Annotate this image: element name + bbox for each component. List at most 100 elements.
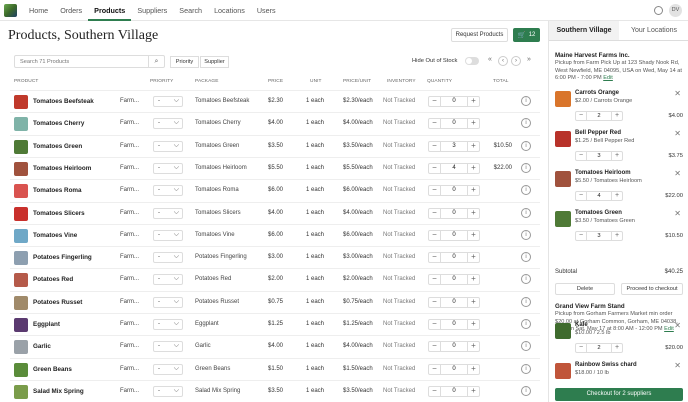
gear-icon[interactable]: [654, 6, 663, 15]
increment-button[interactable]: +: [611, 344, 622, 352]
col-total[interactable]: TOTAL: [493, 79, 509, 84]
product-name[interactable]: Garlic: [33, 343, 51, 350]
priority-select[interactable]: -: [153, 140, 183, 152]
col-price-unit[interactable]: PRICE/UNIT: [343, 79, 371, 84]
nav-item-locations[interactable]: Locations: [208, 0, 251, 21]
increment-button[interactable]: +: [467, 320, 479, 329]
increment-button[interactable]: +: [467, 230, 479, 240]
priority-filter-button[interactable]: Priority: [170, 56, 199, 68]
decrement-button[interactable]: −: [429, 208, 441, 218]
priority-select[interactable]: -: [153, 118, 183, 130]
app-logo[interactable]: [4, 3, 17, 17]
quantity-value[interactable]: 4: [441, 164, 467, 173]
delete-cart-button[interactable]: Delete: [555, 283, 615, 295]
avatar[interactable]: DV: [669, 4, 682, 17]
increment-button[interactable]: +: [467, 386, 479, 396]
decrement-button[interactable]: −: [429, 141, 441, 151]
decrement-button[interactable]: −: [429, 253, 441, 263]
pager-prev-button[interactable]: ‹: [498, 56, 508, 66]
increment-button[interactable]: +: [467, 97, 479, 106]
nav-item-home[interactable]: Home: [23, 0, 54, 21]
priority-select[interactable]: -: [153, 252, 183, 264]
decrement-button[interactable]: −: [429, 119, 441, 129]
col-inventory[interactable]: INVENTORY: [387, 79, 416, 84]
quantity-value[interactable]: 2: [587, 112, 611, 120]
increment-button[interactable]: +: [611, 152, 622, 160]
info-icon[interactable]: i: [521, 96, 531, 106]
product-name[interactable]: Tomatoes Beefsteak: [33, 98, 94, 105]
quantity-value[interactable]: 0: [441, 253, 467, 262]
increment-button[interactable]: +: [467, 253, 479, 263]
product-name[interactable]: Tomatoes Heirloom: [33, 165, 91, 172]
quantity-value[interactable]: 3: [441, 142, 467, 151]
decrement-button[interactable]: −: [576, 112, 587, 120]
decrement-button[interactable]: −: [576, 192, 587, 200]
tab-your-locations[interactable]: Your Locations: [619, 21, 688, 41]
increment-button[interactable]: +: [467, 141, 479, 151]
increment-button[interactable]: +: [611, 232, 622, 240]
quantity-value[interactable]: 0: [441, 231, 467, 240]
decrement-button[interactable]: −: [429, 163, 441, 173]
request-products-button[interactable]: Request Products: [451, 28, 508, 42]
close-icon[interactable]: ✕: [674, 321, 681, 330]
supplier-filter-button[interactable]: Supplier: [200, 56, 229, 68]
col-product[interactable]: PRODUCT: [14, 79, 38, 84]
decrement-button[interactable]: −: [429, 364, 441, 374]
priority-select[interactable]: -: [153, 96, 183, 107]
cart-button[interactable]: 🛒 12: [513, 28, 540, 42]
quantity-value[interactable]: 0: [441, 298, 467, 307]
nav-item-suppliers[interactable]: Suppliers: [131, 0, 173, 21]
decrement-button[interactable]: −: [429, 297, 441, 307]
info-icon[interactable]: i: [521, 385, 531, 396]
product-name[interactable]: Tomatoes Vine: [33, 232, 77, 239]
info-icon[interactable]: i: [521, 185, 531, 196]
increment-button[interactable]: +: [611, 112, 622, 120]
decrement-button[interactable]: −: [576, 152, 587, 160]
increment-button[interactable]: +: [467, 186, 479, 196]
nav-item-search[interactable]: Search: [173, 0, 208, 21]
info-icon[interactable]: i: [521, 319, 531, 329]
quantity-value[interactable]: 2: [587, 344, 611, 352]
close-icon[interactable]: ✕: [674, 209, 681, 218]
info-icon[interactable]: i: [521, 229, 531, 240]
product-name[interactable]: Potatoes Russet: [33, 299, 82, 306]
priority-select[interactable]: -: [153, 319, 183, 330]
product-name[interactable]: Salad Mix Spring: [33, 388, 84, 395]
product-name[interactable]: Tomatoes Roma: [33, 187, 82, 194]
info-icon[interactable]: i: [521, 296, 531, 307]
priority-select[interactable]: -: [153, 385, 183, 397]
quantity-value[interactable]: 0: [441, 320, 467, 329]
hide-out-of-stock-toggle[interactable]: [465, 57, 479, 65]
col-priority[interactable]: PRIORITY: [150, 79, 173, 84]
close-icon[interactable]: ✕: [674, 169, 681, 178]
increment-button[interactable]: +: [467, 119, 479, 129]
decrement-button[interactable]: −: [429, 386, 441, 396]
pager-next-button[interactable]: ›: [511, 56, 521, 66]
product-name[interactable]: Green Beans: [33, 366, 72, 373]
proceed-checkout-button[interactable]: Proceed to checkout: [621, 283, 683, 295]
col-quantity[interactable]: QUANTITY: [427, 79, 452, 84]
info-icon[interactable]: i: [521, 118, 531, 129]
priority-select[interactable]: -: [153, 363, 183, 375]
product-name[interactable]: Potatoes Fingerling: [33, 254, 92, 261]
info-icon[interactable]: i: [521, 252, 531, 263]
decrement-button[interactable]: −: [429, 342, 441, 352]
quantity-value[interactable]: 0: [441, 186, 467, 195]
product-name[interactable]: Tomatoes Green: [33, 143, 82, 150]
priority-select[interactable]: -: [153, 185, 183, 197]
quantity-value[interactable]: 0: [441, 97, 467, 106]
increment-button[interactable]: +: [467, 208, 479, 218]
priority-select[interactable]: -: [153, 274, 183, 286]
close-icon[interactable]: ✕: [674, 361, 681, 370]
edit-pickup-link[interactable]: Edit: [603, 75, 613, 81]
checkout-all-button[interactable]: Checkout for 2 suppliers: [555, 388, 683, 401]
priority-select[interactable]: -: [153, 296, 183, 308]
nav-item-users[interactable]: Users: [251, 0, 282, 21]
info-icon[interactable]: i: [521, 207, 531, 218]
decrement-button[interactable]: −: [429, 97, 441, 106]
increment-button[interactable]: +: [467, 163, 479, 173]
product-name[interactable]: Tomatoes Slicers: [33, 210, 85, 217]
search-input[interactable]: [15, 56, 145, 67]
quantity-value[interactable]: 0: [441, 387, 467, 396]
product-name[interactable]: Eggplant: [33, 321, 60, 328]
